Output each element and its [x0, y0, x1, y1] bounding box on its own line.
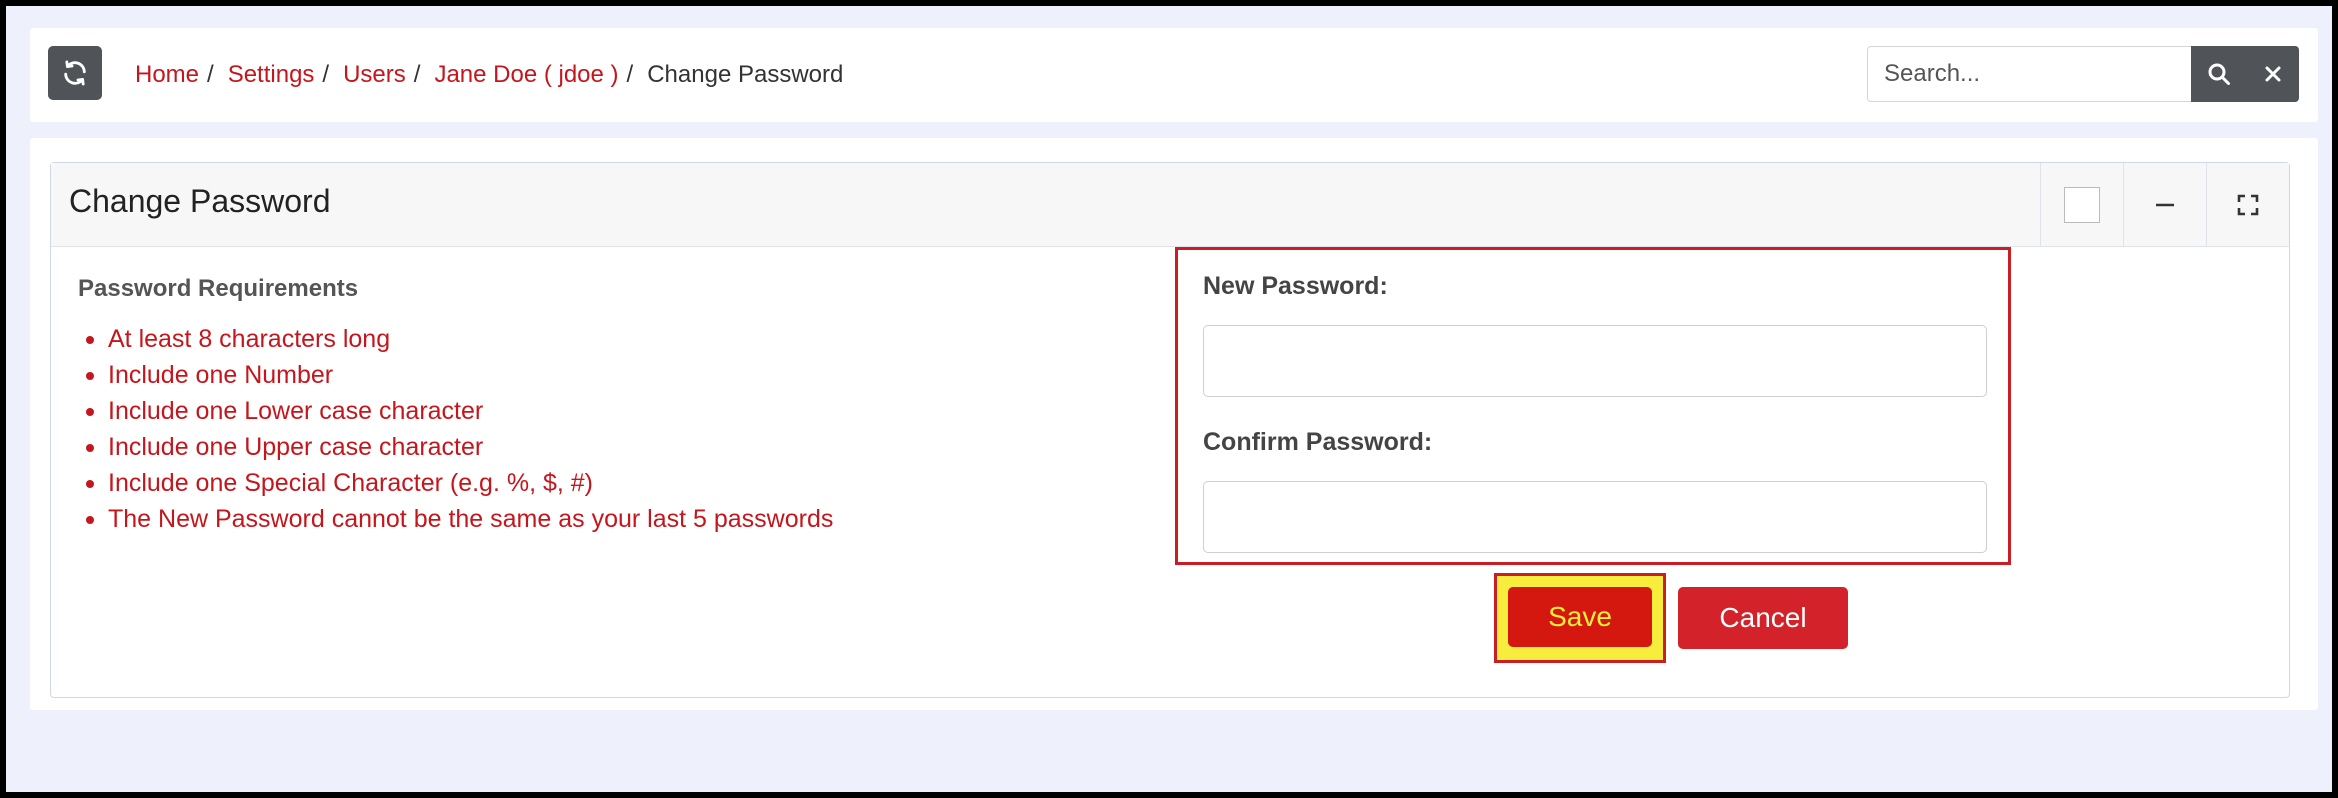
card-title: Change Password	[69, 183, 331, 219]
minimize-icon	[2156, 203, 2174, 207]
close-icon	[2265, 66, 2281, 82]
password-form: New Password: Confirm Password:	[1175, 247, 2011, 565]
requirement-item: Include one Number	[78, 357, 833, 393]
search-group	[1867, 46, 2299, 102]
expand-icon	[2237, 194, 2259, 216]
checkbox-icon	[2064, 187, 2100, 223]
search-input[interactable]	[1867, 46, 2191, 102]
app-frame: Home / Settings / Users / Jane Doe ( jdo…	[6, 6, 2332, 792]
select-checkbox[interactable]	[2040, 163, 2123, 247]
clear-search-button[interactable]	[2247, 46, 2299, 102]
requirements-list: At least 8 characters long Include one N…	[78, 321, 833, 537]
refresh-button[interactable]	[48, 46, 102, 100]
cancel-button[interactable]: Cancel	[1678, 587, 1848, 649]
requirement-item: The New Password cannot be the same as y…	[78, 501, 833, 537]
breadcrumb-separator: /	[207, 61, 214, 88]
change-password-card: Change Password Password Requirements At…	[50, 162, 2290, 698]
new-password-field[interactable]	[1203, 325, 1987, 397]
breadcrumb-separator: /	[322, 61, 330, 88]
content-area: Change Password Password Requirements At…	[30, 138, 2318, 710]
breadcrumb-home[interactable]: Home	[135, 61, 199, 89]
new-password-label: New Password:	[1203, 272, 1388, 300]
breadcrumb-settings[interactable]: Settings	[228, 61, 315, 89]
expand-button[interactable]	[2206, 163, 2289, 247]
search-button[interactable]	[2191, 46, 2247, 102]
breadcrumb-separator: /	[413, 61, 421, 88]
minimize-button[interactable]	[2123, 163, 2206, 247]
requirements-title: Password Requirements	[78, 275, 359, 302]
requirement-item: Include one Special Character (e.g. %, $…	[78, 465, 833, 501]
requirement-item: Include one Lower case character	[78, 393, 833, 429]
requirement-item: Include one Upper case character	[78, 429, 833, 465]
search-icon	[2208, 63, 2230, 85]
breadcrumb: Home / Settings / Users / Jane Doe ( jdo…	[135, 28, 843, 122]
breadcrumb-separator: /	[626, 61, 634, 88]
refresh-icon	[64, 60, 86, 86]
confirm-password-label: Confirm Password:	[1203, 428, 1433, 456]
breadcrumb-user[interactable]: Jane Doe ( jdoe )	[434, 61, 618, 89]
requirement-item: At least 8 characters long	[78, 321, 833, 357]
card-header: Change Password	[51, 163, 2289, 247]
save-button[interactable]: Save	[1508, 587, 1652, 647]
card-tools	[2040, 163, 2289, 247]
confirm-password-field[interactable]	[1203, 481, 1987, 553]
top-bar: Home / Settings / Users / Jane Doe ( jdo…	[30, 28, 2318, 122]
breadcrumb-current: Change Password	[647, 61, 844, 88]
breadcrumb-users[interactable]: Users	[343, 61, 406, 89]
